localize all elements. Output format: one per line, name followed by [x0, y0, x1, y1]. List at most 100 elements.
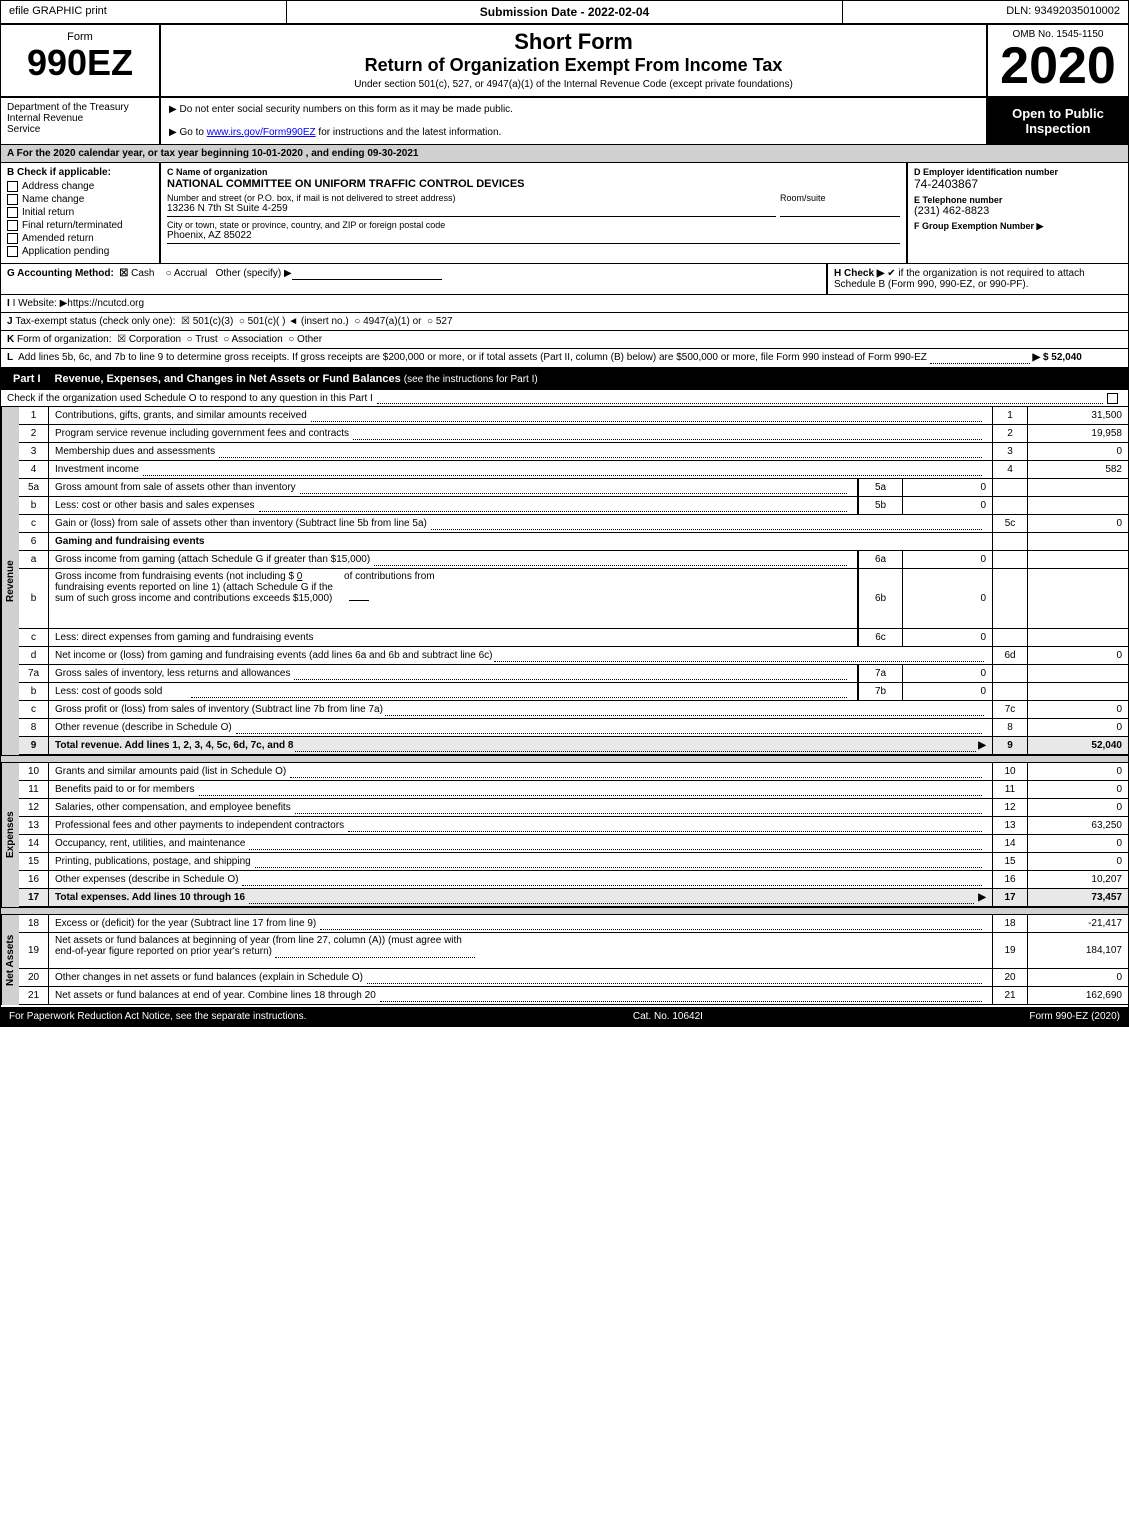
section-divider-2	[1, 907, 1128, 915]
section-a: A For the 2020 calendar year, or tax yea…	[1, 145, 1128, 163]
revenue-section: Revenue 1 Contributions, gifts, grants, …	[1, 407, 1128, 755]
table-row: 6 Gaming and fundraising events	[19, 533, 1128, 551]
dln: DLN: 93492035010002	[843, 1, 1128, 23]
form-ref: Form 990-EZ (2020)	[1029, 1011, 1120, 1022]
address-field: Number and street (or P.O. box, if mail …	[167, 193, 776, 217]
tax-status-row: J Tax-exempt status (check only one): ☒ …	[1, 313, 1128, 331]
instructions-area: Department of the Treasury Internal Reve…	[1, 98, 1128, 145]
table-row: 4 Investment income 4 582	[19, 461, 1128, 479]
return-title: Return of Organization Exempt From Incom…	[165, 55, 982, 76]
form-990ez: efile GRAPHIC print Submission Date - 20…	[0, 0, 1129, 1027]
table-row: d Net income or (loss) from gaming and f…	[19, 647, 1128, 665]
table-row: 11 Benefits paid to or for members 11 0	[19, 781, 1128, 799]
accrual-checkbox[interactable]: ○ Accrual	[166, 268, 208, 279]
part-i-schedule-o-check: Check if the organization used Schedule …	[1, 390, 1128, 407]
revenue-side-label: Revenue	[1, 407, 19, 755]
table-row: b Less: cost or other basis and sales ex…	[19, 497, 1128, 515]
website-label: I Website: ▶https://ncutcd.org	[13, 298, 144, 309]
checkbox-amended-return[interactable]	[7, 233, 18, 244]
table-row: 3 Membership dues and assessments 3 0	[19, 443, 1128, 461]
cat-no: Cat. No. 10642I	[633, 1011, 703, 1022]
check-address-change: Address change	[7, 181, 153, 192]
top-bar: efile GRAPHIC print Submission Date - 20…	[1, 1, 1128, 25]
efile-text: efile GRAPHIC print	[9, 5, 107, 17]
table-row: b Less: cost of goods sold 7b 0	[19, 683, 1128, 701]
table-row: 10 Grants and similar amounts paid (list…	[19, 763, 1128, 781]
table-row: c Gross profit or (loss) from sales of i…	[19, 701, 1128, 719]
irs-link[interactable]: www.irs.gov/Form990EZ	[207, 127, 316, 138]
h-check-area: H Check ▶ ✔ if the organization is not r…	[828, 264, 1128, 294]
table-row: c Less: direct expenses from gaming and …	[19, 629, 1128, 647]
room-field: Room/suite	[780, 193, 900, 217]
checkbox-name-change[interactable]	[7, 194, 18, 205]
table-row: 8 Other revenue (describe in Schedule O)…	[19, 719, 1128, 737]
city-value: Phoenix, AZ 85022	[167, 230, 900, 244]
form-org-row: K Form of organization: ☒ Corporation ○ …	[1, 331, 1128, 349]
table-row: 20 Other changes in net assets or fund b…	[19, 969, 1128, 987]
gross-receipts-row: L Add lines 5b, 6c, and 7b to line 9 to …	[1, 349, 1128, 368]
checkbox-schedule-o[interactable]	[1107, 393, 1118, 404]
check-section: B Check if applicable: Address change Na…	[1, 163, 1128, 264]
footer-bar: For Paperwork Reduction Act Notice, see …	[1, 1007, 1128, 1026]
tax-501c[interactable]: ○ 501(c)( ) ◄ (insert no.)	[239, 316, 349, 327]
table-row: 2 Program service revenue including gove…	[19, 425, 1128, 443]
table-row: 18 Excess or (deficit) for the year (Sub…	[19, 915, 1128, 933]
check-name-change: Name change	[7, 194, 153, 205]
part-i-header: Part I Revenue, Expenses, and Changes in…	[1, 368, 1128, 390]
tax-4947[interactable]: ○ 4947(a)(1) or	[354, 316, 421, 327]
table-row: 13 Professional fees and other payments …	[19, 817, 1128, 835]
accounting-h-row: G Accounting Method: ☒ Cash ○ Accrual Ot…	[1, 264, 1128, 295]
instruction-row-2: ▶ Go to www.irs.gov/Form990EZ for instru…	[169, 125, 978, 140]
efile-label: efile GRAPHIC print	[1, 1, 287, 23]
instructions-main: ▶ Do not enter social security numbers o…	[161, 98, 988, 144]
checkbox-address-change[interactable]	[7, 181, 18, 192]
employer-id: D Employer identification number 74-2403…	[908, 163, 1128, 263]
org-corporation[interactable]: ☒ Corporation	[117, 334, 181, 345]
checkbox-application-pending[interactable]	[7, 246, 18, 257]
check-amended-return: Amended return	[7, 233, 153, 244]
accounting-method: G Accounting Method: ☒ Cash ○ Accrual Ot…	[1, 264, 828, 294]
room-value	[780, 203, 900, 217]
short-form-title: Short Form	[165, 29, 982, 55]
table-row: 9 Total revenue. Add lines 1, 2, 3, 4, 5…	[19, 737, 1128, 755]
year-display: 2020	[1000, 40, 1116, 92]
form-title-area: Short Form Return of Organization Exempt…	[161, 25, 988, 96]
section-divider	[1, 755, 1128, 763]
table-row: 1 Contributions, gifts, grants, and simi…	[19, 407, 1128, 425]
org-association[interactable]: ○ Association	[223, 334, 282, 345]
table-row: 12 Salaries, other compensation, and emp…	[19, 799, 1128, 817]
net-assets-section: Net Assets 18 Excess or (deficit) for th…	[1, 915, 1128, 1005]
table-row: 7a Gross sales of inventory, less return…	[19, 665, 1128, 683]
table-row: 16 Other expenses (describe in Schedule …	[19, 871, 1128, 889]
org-trust[interactable]: ○ Trust	[187, 334, 218, 345]
org-info: C Name of organization NATIONAL COMMITTE…	[161, 163, 908, 263]
phone-value: (231) 462-8823	[914, 205, 1122, 217]
net-assets-side-label: Net Assets	[1, 915, 19, 1005]
table-row: 15 Printing, publications, postage, and …	[19, 853, 1128, 871]
address-row: Number and street (or P.O. box, if mail …	[167, 193, 900, 217]
check-final-return: Final return/terminated	[7, 220, 153, 231]
org-other[interactable]: ○ Other	[288, 334, 322, 345]
under-section: Under section 501(c), 527, or 4947(a)(1)…	[165, 79, 982, 90]
tax-501c3[interactable]: ☒ 501(c)(3)	[181, 316, 233, 327]
check-b-title: B Check if applicable:	[7, 167, 153, 178]
checkbox-initial-return[interactable]	[7, 207, 18, 218]
cash-checkbox[interactable]: ☒ Cash	[119, 268, 157, 279]
open-to-public: Open to Public Inspection	[988, 98, 1128, 144]
paperwork-text: For Paperwork Reduction Act Notice, see …	[9, 1011, 306, 1022]
expenses-side-label: Expenses	[1, 763, 19, 907]
check-b: B Check if applicable: Address change Na…	[1, 163, 161, 263]
check-application-pending: Application pending	[7, 246, 153, 257]
form-number-area: Form 990EZ	[1, 25, 161, 96]
form-code: 990EZ	[27, 45, 133, 81]
instruction-row-1: ▶ Do not enter social security numbers o…	[169, 102, 978, 117]
org-name: NATIONAL COMMITTEE ON UNIFORM TRAFFIC CO…	[167, 178, 900, 190]
table-row: 21 Net assets or fund balances at end of…	[19, 987, 1128, 1005]
table-row: 14 Occupancy, rent, utilities, and maint…	[19, 835, 1128, 853]
org-name-row: C Name of organization NATIONAL COMMITTE…	[167, 167, 900, 190]
table-row: 17 Total expenses. Add lines 10 through …	[19, 889, 1128, 907]
table-row: 5a Gross amount from sale of assets othe…	[19, 479, 1128, 497]
tax-527[interactable]: ○ 527	[427, 316, 453, 327]
checkbox-final-return[interactable]	[7, 220, 18, 231]
expenses-section: Expenses 10 Grants and similar amounts p…	[1, 763, 1128, 907]
